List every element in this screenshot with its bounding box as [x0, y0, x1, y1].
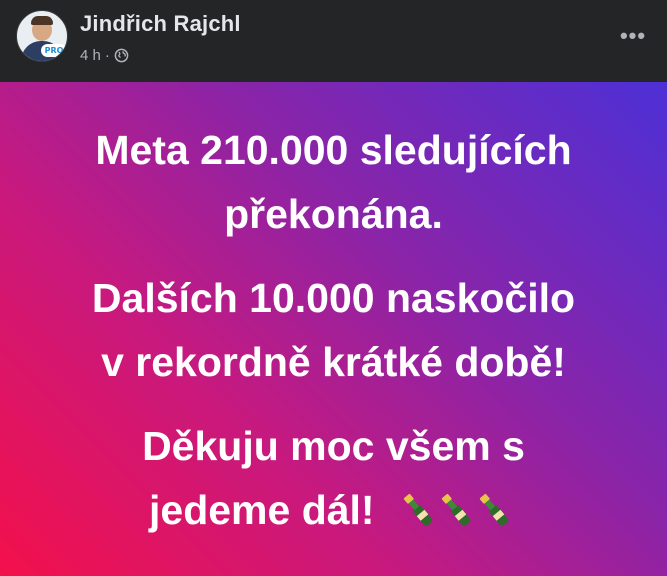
paragraph-line: Děkuju moc všem s: [142, 423, 525, 469]
author-avatar[interactable]: PRO: [16, 10, 68, 62]
paragraph-line-text: jedeme dál!: [149, 487, 375, 533]
champagne-emojis: [398, 481, 518, 545]
avatar-hair: [31, 16, 53, 25]
post-paragraph-1: Meta 210.000 sledujících překonána.: [0, 118, 667, 246]
post-paragraph-2: Dalších 10.000 naskočilo v rekordně krát…: [0, 266, 667, 394]
post-text-background: Meta 210.000 sledujících překonána. Dalš…: [0, 82, 667, 576]
post-paragraph-3: Děkuju moc všem s jedeme dál!: [0, 414, 667, 545]
more-options-button[interactable]: •••: [615, 18, 651, 54]
paragraph-line: Dalších 10.000 naskočilo: [91, 275, 576, 321]
author-name[interactable]: Jindřich Rajchl: [80, 11, 241, 37]
post-meta: 4 h ·: [80, 46, 129, 64]
globe-icon: [114, 48, 129, 62]
post-header: PRO Jindřich Rajchl 4 h · •••: [0, 0, 667, 82]
avatar-badge: PRO: [41, 44, 67, 57]
champagne-bottles-icon: [403, 494, 509, 526]
paragraph-line-with-emoji: jedeme dál!: [0, 478, 667, 545]
paragraph-line: překonána.: [224, 191, 443, 237]
facebook-post: PRO Jindřich Rajchl 4 h · ••• Meta 210.0…: [0, 0, 667, 576]
meta-separator: ·: [104, 46, 110, 64]
paragraph-line: v rekordně krátké době!: [101, 339, 566, 385]
paragraph-line: Meta 210.000 sledujících: [95, 127, 572, 173]
post-timestamp[interactable]: 4 h: [80, 47, 101, 64]
